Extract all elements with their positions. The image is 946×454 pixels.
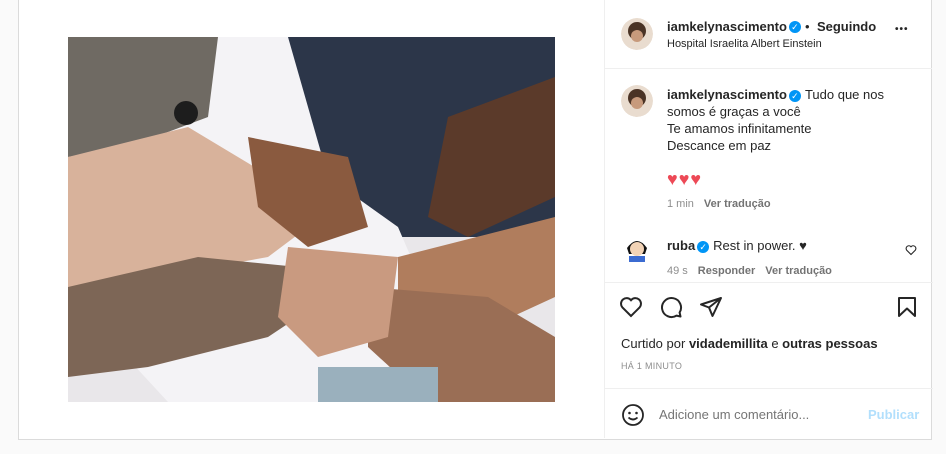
author-username[interactable]: iamkelynascimento (667, 19, 787, 34)
comment-text: Rest in power. ♥ (713, 238, 807, 253)
post-photo[interactable] (68, 37, 555, 402)
comment-like-icon[interactable] (905, 243, 917, 261)
comment-bubble-icon[interactable] (659, 295, 683, 324)
comment-meta: 49 s Responder Ver tradução (667, 261, 832, 279)
caption-avatar[interactable] (621, 85, 653, 117)
publish-button[interactable]: Publicar (868, 407, 919, 422)
caption-line-1: Tudo que nos (804, 87, 884, 102)
post-media (19, 0, 604, 438)
post-header: iamkelynascimento ✓ • Seguindo Hospital Is… (605, 0, 932, 69)
likes-others-link[interactable]: outras pessoas (782, 336, 877, 351)
verified-icon: ✓ (788, 89, 801, 102)
emoji-icon[interactable] (621, 403, 645, 432)
hands-photo-image (68, 37, 555, 402)
likes-conj: e (771, 336, 779, 351)
author-avatar-image (621, 18, 653, 50)
caption-author[interactable]: iamkelynascimento (667, 87, 787, 102)
comment-composer: Publicar (605, 388, 933, 438)
commenter-avatar-image (621, 232, 653, 264)
post-dialog: iamkelynascimento ✓ • Seguindo Hospital Is… (18, 0, 933, 440)
comment-text-line: ruba ✓ Rest in power. ♥ (667, 237, 807, 254)
caption-time[interactable]: 1 min (667, 198, 694, 210)
more-options-icon[interactable]: ••• (895, 24, 909, 35)
save-bookmark-icon[interactable] (895, 295, 919, 324)
liker-username[interactable]: vidademillita (689, 336, 768, 351)
caption-text-block: iamkelynascimento ✓ Tudo que nos somos é g… (667, 86, 917, 213)
verified-icon: ✓ (697, 240, 710, 253)
like-heart-icon[interactable] (619, 295, 643, 324)
caption-line-3: Te amamos infinitamente (667, 121, 812, 136)
comment-translate-link[interactable]: Ver tradução (765, 265, 832, 277)
post-actions: Curtido por vidademillita e outras pesso… (605, 282, 933, 387)
header-line: iamkelynascimento ✓ • Seguindo (667, 18, 876, 36)
likes-summary: Curtido por vidademillita e outras pesso… (621, 335, 878, 352)
post-timestamp[interactable]: HÁ 1 MINUTO (621, 361, 682, 371)
caption-translate-link[interactable]: Ver tradução (704, 198, 771, 210)
caption: iamkelynascimento ✓ Tudo que nos somos é g… (605, 70, 933, 210)
commenter-avatar[interactable] (621, 232, 653, 264)
comment-row: ruba ✓ Rest in power. ♥ 49 s Responder Ver t… (605, 228, 933, 278)
location-link[interactable]: Hospital Israelita Albert Einstein (667, 38, 822, 50)
verified-icon: ✓ (788, 20, 801, 33)
comment-time[interactable]: 49 s (667, 265, 688, 277)
hearts-emoji: ♥♥♥ (667, 169, 703, 189)
author-avatar[interactable] (621, 18, 653, 50)
post-sidebar: iamkelynascimento ✓ • Seguindo Hospital Is… (604, 0, 933, 438)
caption-line-4: Descance em paz (667, 138, 772, 153)
comment-input[interactable] (659, 403, 859, 425)
following-button[interactable]: Seguindo (817, 19, 876, 34)
likes-prefix: Curtido por (621, 336, 686, 351)
share-plane-icon[interactable] (699, 295, 723, 324)
commenter-username[interactable]: ruba (667, 238, 695, 253)
caption-line-2: somos é graças a você (667, 104, 801, 119)
dot-separator: • (804, 19, 810, 34)
caption-avatar-image (621, 85, 653, 117)
comment-reply-link[interactable]: Responder (698, 265, 755, 277)
